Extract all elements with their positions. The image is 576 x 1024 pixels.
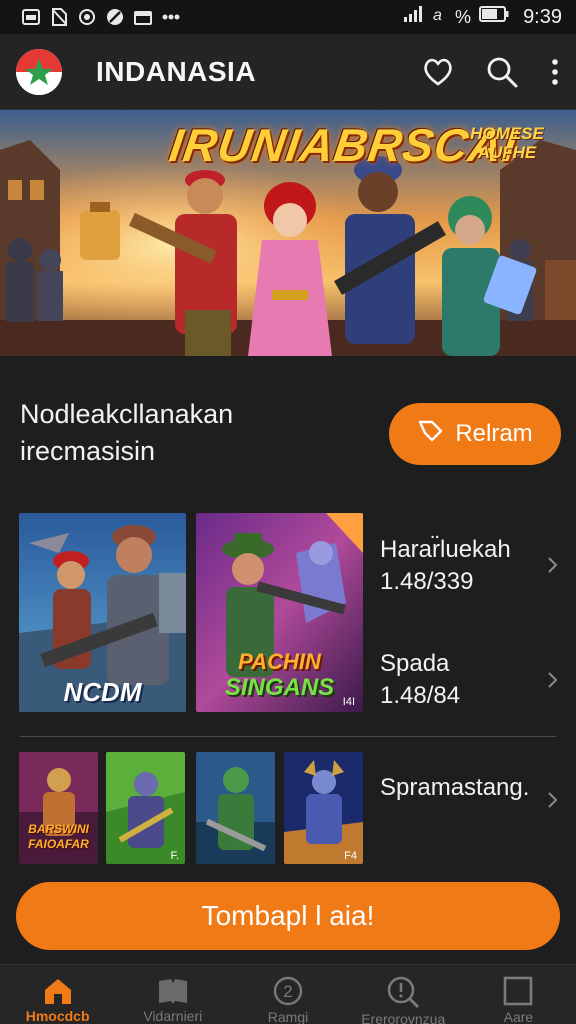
home-icon (41, 975, 75, 1006)
hero-badge-line1: HOMESE (470, 124, 544, 143)
more-dots-icon (162, 8, 180, 26)
hero-banner[interactable]: IRUNIABRSCAI HOMESE AUFHE (0, 110, 576, 356)
calendar-icon (134, 8, 152, 26)
chevron-right-icon[interactable] (545, 670, 559, 690)
game-thumb-art (106, 752, 185, 864)
game-thumb-2[interactable]: F. (106, 752, 185, 864)
overflow-menu-icon[interactable] (550, 56, 560, 88)
help-icon: 2 (271, 975, 305, 1007)
notification-icons (22, 8, 180, 26)
featured-item-1-value: 1.48/339 (380, 568, 474, 595)
nav-item-help[interactable]: 2 Ramgi (230, 965, 345, 1024)
game-thumb-title-line2: FAIOAFAR (28, 837, 89, 851)
signal-icon (403, 5, 425, 29)
nav-item-search[interactable]: Ererorovnzua (346, 965, 461, 1024)
game-thumb-4[interactable]: F4 (284, 752, 363, 864)
more-games-title[interactable]: Spramastang. (380, 772, 529, 804)
hero-badge-line2: AUFHE (477, 143, 537, 162)
clock: 9:39 (523, 5, 562, 28)
game-thumb-art (284, 752, 363, 864)
library-icon (156, 975, 190, 1006)
game-card-title-line2: SINGANS (224, 674, 335, 701)
heart-icon[interactable] (422, 56, 454, 88)
game-card-title: NCDM (63, 677, 142, 707)
square-icon (501, 975, 535, 1007)
promo-text: Nodleakcllanakan irecmasisin (20, 396, 233, 470)
gallery-icon (22, 8, 40, 26)
mute-icon (106, 8, 124, 26)
nav-label-home: Hmocdcb (25, 1008, 90, 1024)
search-icon[interactable] (486, 56, 518, 88)
game-card-pachin-singans[interactable]: PACHIN SINGANS I4I (196, 513, 363, 712)
nav-item-library[interactable]: Vidarnieri (115, 965, 230, 1024)
hero-badge: HOMESE AUFHE (452, 124, 562, 162)
wifi-icon: a (433, 6, 447, 28)
game-card-title: PACHIN SINGANS (202, 649, 357, 701)
section-divider (20, 736, 556, 737)
game-thumb-3[interactable] (196, 752, 275, 864)
promo-line-2: irecmasisin (20, 436, 156, 466)
battery-percent: % (455, 6, 472, 27)
relram-button[interactable]: Relram (389, 403, 561, 465)
nav-label-help: Ramgi (267, 1009, 309, 1024)
system-indicators: a % 9:39 (403, 5, 562, 29)
nav-label-more: Aare (503, 1009, 534, 1024)
nav-item-home[interactable]: Hmocdcb (0, 965, 115, 1024)
featured-item-2-value: 1.48/84 (380, 682, 461, 709)
game-card-corner-mark: I4I (342, 696, 355, 708)
featured-item-2[interactable]: Spada 1.48/84 (380, 648, 460, 712)
chevron-right-icon[interactable] (545, 555, 559, 575)
chevron-right-icon[interactable] (545, 790, 559, 810)
no-sim-icon (50, 8, 68, 26)
game-card-ncdm[interactable]: NCDM (19, 513, 186, 712)
game-thumb-1[interactable]: BARSWINI FAIOAFAR (19, 752, 98, 864)
promo-line-1: Nodleakcllanakan (20, 399, 234, 429)
search-icon (386, 975, 420, 1009)
game-thumb-art (196, 752, 275, 864)
app-title: INDANASIA (96, 55, 257, 87)
game-thumb-title: BARSWINI FAIOAFAR (19, 822, 98, 852)
status-bar: a % 9:39 (0, 0, 576, 34)
app-bar: INDANASIA (0, 34, 576, 110)
game-card-title-line1: PACHIN (238, 649, 321, 674)
featured-item-1[interactable]: Harar̈luekah 1.48/339 (380, 534, 511, 598)
cta-button[interactable]: Tombapl l aia! (16, 882, 560, 950)
nav-item-more[interactable]: Aare (461, 965, 576, 1024)
featured-item-2-title: Spada (380, 650, 450, 677)
bottom-nav: Hmocdcb Vidarnieri 2 Ramgi Ererorovnzua … (0, 964, 576, 1024)
svg-text:2: 2 (283, 982, 292, 1001)
featured-item-1-title: Harar̈luekah (380, 536, 511, 563)
logo-icon[interactable] (16, 48, 62, 95)
game-thumb-corner-mark: F. (170, 850, 179, 862)
relram-button-label: Relram (455, 420, 533, 447)
tag-icon (417, 419, 443, 450)
battery-icon (479, 6, 509, 28)
sync-icon (78, 8, 96, 26)
nav-label-library: Vidarnieri (143, 1008, 203, 1024)
nav-label-search: Ererorovnzua (361, 1011, 446, 1024)
game-thumb-title-line1: BARSWINI (28, 822, 89, 836)
game-thumb-corner-mark: F4 (344, 850, 357, 862)
svg-text:a: a (433, 7, 442, 22)
